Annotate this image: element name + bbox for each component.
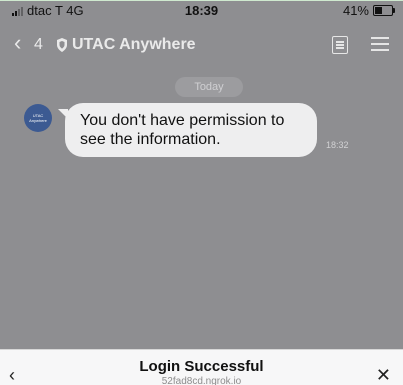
battery-percent: 41%	[342, 3, 369, 18]
bottom-sheet: ‹ Login Successful 52fad8cd.ngrok.io ✕	[0, 349, 403, 385]
avatar[interactable]: UTAC Anywhere	[24, 104, 52, 132]
screen: dtac T 4G 18:39 41% ‹ 4 UTAC Anywhere To…	[0, 0, 403, 385]
document-icon[interactable]	[332, 36, 348, 54]
battery-icon	[373, 5, 395, 16]
menu-icon[interactable]	[371, 36, 389, 52]
sheet-title: Login Successful	[139, 358, 264, 375]
status-bar: dtac T 4G 18:39 41%	[0, 0, 403, 22]
close-button[interactable]: ✕	[376, 365, 391, 385]
back-button[interactable]: ‹	[14, 32, 21, 54]
chat-title: UTAC Anywhere	[72, 36, 196, 53]
shield-icon	[57, 38, 67, 52]
message-bubble: You don't have permission to see the inf…	[58, 103, 317, 157]
chevron-left-icon: ‹	[14, 30, 22, 55]
status-right: 41%	[342, 3, 395, 18]
date-separator: Today	[175, 77, 243, 97]
sheet-subtitle: 52fad8cd.ngrok.io	[161, 376, 242, 385]
chat-header: ‹ 4 UTAC Anywhere	[0, 26, 403, 64]
close-icon: ✕	[375, 365, 391, 385]
battery-fill	[375, 7, 382, 14]
back-count: 4	[34, 36, 43, 53]
message-time: 18:32	[326, 140, 349, 150]
